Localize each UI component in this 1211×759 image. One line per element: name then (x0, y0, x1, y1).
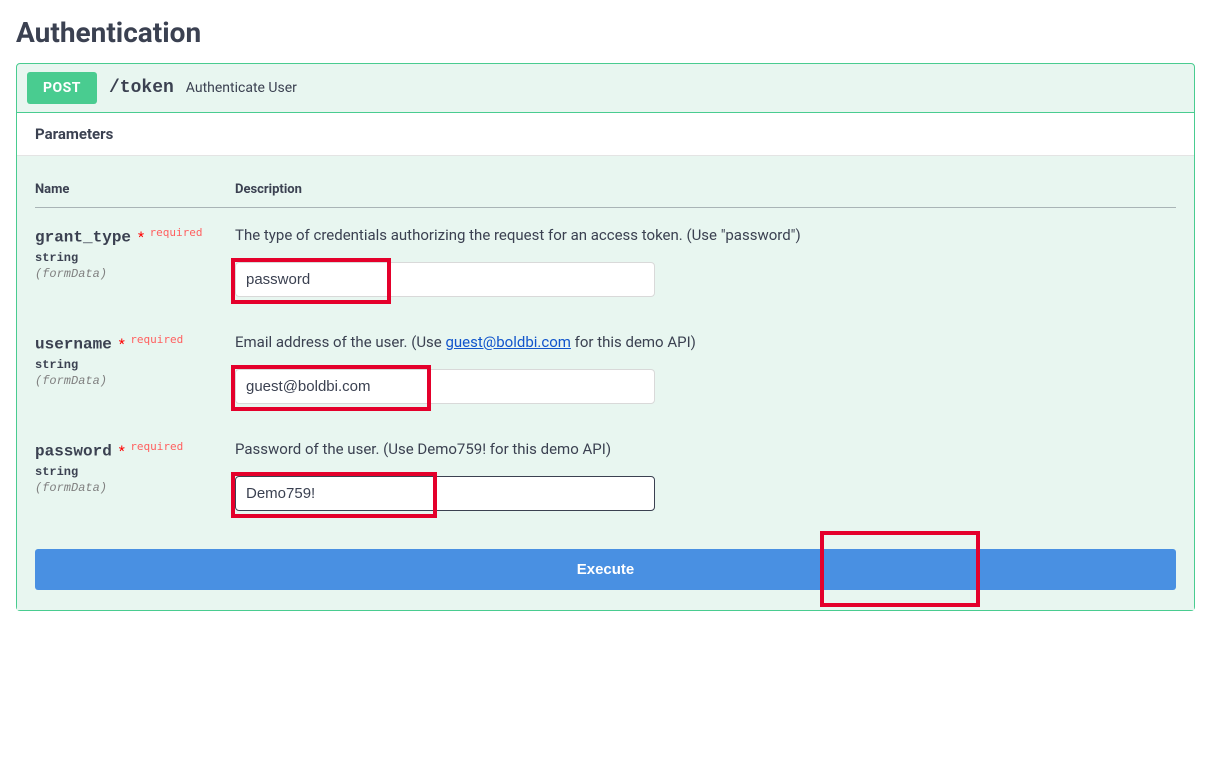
required-label: required (130, 333, 183, 346)
demo-email-link[interactable]: guest@boldbi.com (445, 333, 570, 351)
operation-path: /token (109, 78, 174, 98)
param-name: username (35, 336, 112, 354)
param-name: password (35, 443, 112, 461)
required-star-icon: * (135, 230, 145, 246)
param-description: The type of credentials authorizing the … (235, 226, 1168, 244)
param-in: (formData) (35, 267, 227, 281)
param-in: (formData) (35, 481, 227, 495)
grant-type-input[interactable] (235, 262, 655, 297)
col-name: Name (35, 168, 235, 208)
required-label: required (150, 226, 203, 239)
param-row-grant-type: grant_type * required string (formData) … (35, 208, 1176, 316)
password-input[interactable] (235, 476, 655, 511)
username-input[interactable] (235, 369, 655, 404)
operation-block: POST /token Authenticate User Parameters… (16, 63, 1195, 611)
param-row-password: password * required string (formData) Pa… (35, 422, 1176, 529)
operation-description: Authenticate User (186, 80, 297, 96)
parameters-body: Name Description grant_type * required (17, 156, 1194, 610)
desc-prefix: Email address of the user. (Use (235, 333, 445, 351)
param-type: string (35, 465, 227, 479)
parameters-header: Parameters (17, 113, 1194, 156)
required-star-icon: * (115, 337, 125, 353)
required-label: required (130, 440, 183, 453)
param-description: Password of the user. (Use Demo759! for … (235, 440, 1168, 458)
operation-summary[interactable]: POST /token Authenticate User (17, 64, 1194, 113)
param-type: string (35, 358, 227, 372)
desc-suffix: for this demo API) (571, 333, 696, 351)
section-title: Authentication (16, 16, 1195, 49)
param-in: (formData) (35, 374, 227, 388)
execute-button[interactable]: Execute (35, 549, 1176, 590)
col-description: Description (235, 168, 1176, 208)
param-type: string (35, 251, 227, 265)
param-row-username: username * required string (formData) Em… (35, 315, 1176, 422)
param-name: grant_type (35, 229, 131, 247)
required-star-icon: * (115, 444, 125, 460)
param-description: Email address of the user. (Use guest@bo… (235, 333, 1168, 351)
parameters-table: Name Description grant_type * required (35, 168, 1176, 529)
http-method-badge: POST (27, 72, 97, 104)
